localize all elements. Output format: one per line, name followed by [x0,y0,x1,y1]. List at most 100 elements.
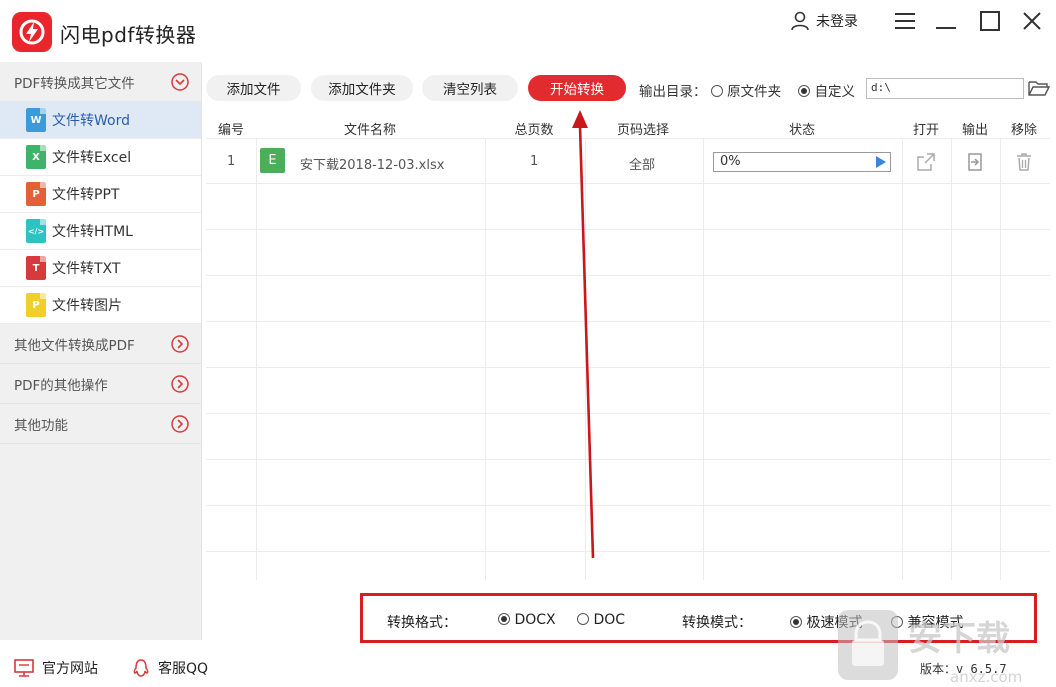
mode-compat-label: 兼容模式 [907,615,964,631]
radio-custom-folder[interactable] [798,85,811,97]
format-doc-option[interactable]: DOC [577,612,625,628]
add-folder-button[interactable]: 添加文件夹 [311,75,413,101]
table-row-empty [206,230,1050,276]
sidebar-item-ppt[interactable]: P 文件转PPT [0,176,201,213]
sidebar-group-label: PDF转换成其它文件 [14,75,135,92]
menu-button[interactable] [892,8,918,34]
col-open: 打开 [912,123,940,138]
row-index: 1 [227,154,236,169]
table-row-empty [206,322,1050,368]
mode-label: 转换模式： [682,615,752,631]
col-filename: 文件名称 [343,123,397,138]
add-file-button[interactable]: 添加文件 [206,75,301,101]
image-file-icon: P [26,293,46,317]
close-icon [1023,12,1041,30]
table-row[interactable]: 1 E 安下载2018-12-03.xlsx 1 全部 0% [206,138,1050,184]
table-row-empty [206,276,1050,322]
sidebar-item-label: 文件转HTML [52,224,133,240]
format-docx-option[interactable]: DOCX [498,612,556,628]
login-button[interactable]: 未登录 [790,9,858,33]
row-filename: 安下载2018-12-03.xlsx [300,158,445,173]
col-pages: 总页数 [514,123,554,138]
excel-file-icon: X [26,145,46,169]
mode-fast-label: 极速模式 [806,615,863,631]
format-doc-label: DOC [593,612,626,628]
app-title: 闪电pdf转换器 [60,23,197,47]
radio-original-label: 原文件夹 [727,84,782,100]
app-logo-icon [12,12,52,52]
sidebar: PDF转换成其它文件 W 文件转Word X 文件转Excel P 文件转PPT… [0,62,202,640]
txt-file-icon: T [26,256,46,280]
sidebar-group-label: 其他文件转换成PDF [14,337,135,354]
sidebar-item-txt[interactable]: T 文件转TXT [0,250,201,287]
col-output: 输出 [961,123,989,138]
sidebar-group-other[interactable]: 其他功能 [0,404,201,444]
col-page-range: 页码选择 [616,123,670,138]
ppt-file-icon: P [26,182,46,206]
file-table: 编号 文件名称 总页数 页码选择 状态 打开 输出 移除 1 E 安下载2018… [206,114,1050,580]
row-pages: 1 [530,154,539,169]
website-link[interactable]: 官方网站 [14,658,98,678]
sidebar-item-label: 文件转图片 [52,298,122,314]
login-label: 未登录 [816,14,858,30]
format-label: 转换格式： [387,615,457,631]
chevron-right-icon [171,415,189,433]
conversion-settings-panel: 转换格式： DOCX DOC 转换模式： 极速模式 兼容模式 [360,593,1037,643]
output-path-input[interactable]: d:\ [866,78,1024,99]
progress-value: 0% [720,154,741,169]
sidebar-item-label: 文件转TXT [52,261,121,277]
title-bar: 闪电pdf转换器 未登录 [0,0,1056,62]
qq-support-link[interactable]: 客服QQ [132,658,208,678]
user-icon [791,11,809,31]
clear-list-button[interactable]: 清空列表 [422,75,518,101]
table-row-empty [206,414,1050,460]
col-status: 状态 [788,123,816,138]
chevron-down-icon [171,73,189,91]
sidebar-item-label: 文件转PPT [52,187,120,203]
maximize-icon [980,11,1000,31]
table-header: 编号 文件名称 总页数 页码选择 状态 打开 输出 移除 [206,114,1050,138]
qq-icon [133,659,149,677]
table-row-empty [206,184,1050,230]
trash-icon[interactable] [1014,152,1034,172]
format-docx-label: DOCX [514,612,556,628]
html-file-icon: </> [26,219,46,243]
sidebar-item-html[interactable]: </> 文件转HTML [0,213,201,250]
open-external-icon[interactable] [916,152,936,172]
sidebar-group-label: PDF的其他操作 [14,377,108,394]
sidebar-item-image[interactable]: P 文件转图片 [0,287,201,324]
mode-compat-option[interactable]: 兼容模式 [891,612,963,632]
play-icon[interactable] [876,156,886,168]
minimize-icon [936,27,956,29]
close-button[interactable] [1019,8,1045,34]
minimize-button[interactable] [933,8,959,34]
maximize-button[interactable] [977,8,1003,34]
sidebar-item-excel[interactable]: X 文件转Excel [0,139,201,176]
sidebar-group-other-to-pdf[interactable]: 其他文件转换成PDF [0,324,201,364]
hamburger-icon [895,13,915,29]
mode-fast-option[interactable]: 极速模式 [790,612,862,632]
sidebar-group-pdf-to-other[interactable]: PDF转换成其它文件 [0,62,201,102]
radio-compat-mode[interactable] [891,616,903,628]
excel-file-icon: E [260,148,285,173]
table-row-empty [206,368,1050,414]
radio-fast-mode[interactable] [790,616,802,628]
folder-open-icon[interactable] [1028,79,1050,97]
sidebar-item-label: 文件转Excel [52,150,132,166]
website-label: 官方网站 [42,661,98,677]
radio-custom-label: 自定义 [814,84,856,100]
word-file-icon: W [26,108,46,132]
progress-bar: 0% [713,152,891,172]
output-dir-group: 输出目录： 原文件夹 自定义 [639,80,855,100]
sidebar-group-pdf-ops[interactable]: PDF的其他操作 [0,364,201,404]
table-row-empty [206,506,1050,552]
radio-original-folder[interactable] [710,85,723,97]
radio-docx[interactable] [498,613,510,625]
radio-doc[interactable] [577,613,589,625]
col-index: 编号 [217,123,245,138]
qq-label: 客服QQ [158,661,209,677]
output-icon[interactable] [965,152,985,172]
row-page-range[interactable]: 全部 [629,154,655,173]
sidebar-item-word[interactable]: W 文件转Word [0,102,201,139]
start-convert-button[interactable]: 开始转换 [528,75,626,101]
